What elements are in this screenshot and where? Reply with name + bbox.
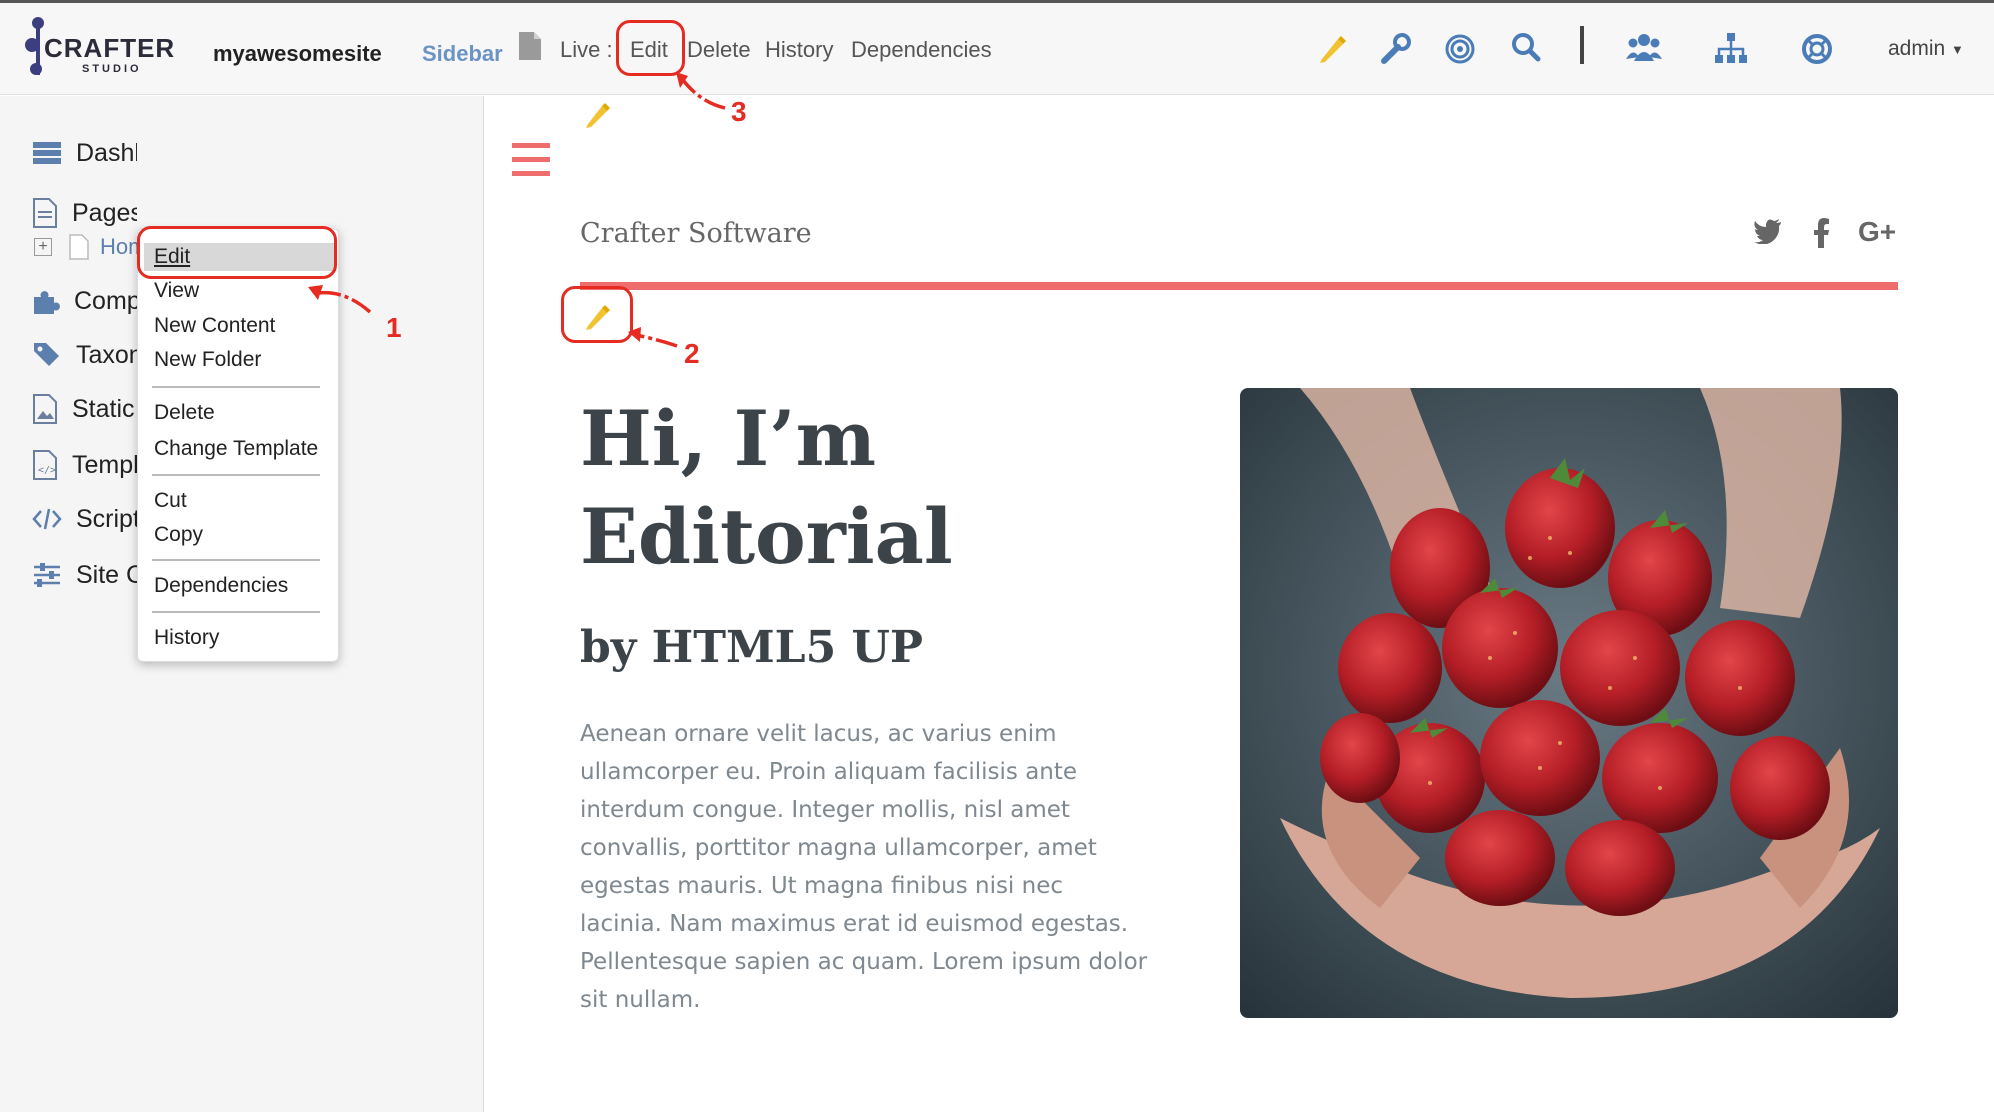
annotation-number: 1: [386, 312, 402, 343]
annotation-number: 3: [731, 96, 747, 127]
annotation-arrows: [308, 72, 726, 348]
annotation-number: 2: [684, 338, 700, 369]
